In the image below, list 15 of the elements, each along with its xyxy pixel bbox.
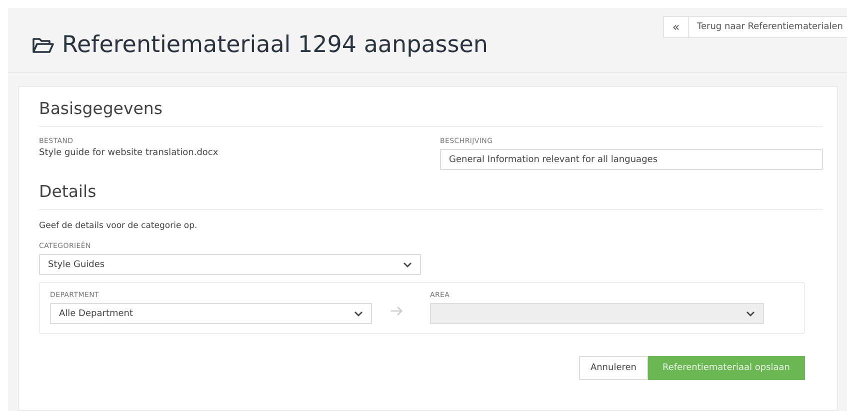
chevron-down-icon [746, 310, 755, 316]
cancel-button[interactable]: Annuleren [579, 356, 648, 380]
description-field[interactable]: General Information relevant for all languages [440, 149, 823, 170]
folder-icon [32, 36, 54, 54]
dropdown-select[interactable]: Alle Department [50, 303, 372, 324]
chevron-down-icon [403, 262, 412, 268]
back-link[interactable]: « Terug naar Referentiematerialen [663, 16, 847, 38]
section-title: Details [39, 176, 823, 210]
arrow-right-icon [390, 306, 404, 316]
intro-text: Geef de details voor de categorie op. [39, 221, 198, 231]
category-select[interactable]: Style Guides [39, 254, 421, 275]
page-title: Referentiemateriaal 1294 aanpassen [62, 32, 488, 58]
chevron-down-icon [354, 310, 364, 316]
file-name: Style guide for website translation.docx [39, 148, 220, 158]
section-title: Basisgegevens [39, 93, 823, 127]
